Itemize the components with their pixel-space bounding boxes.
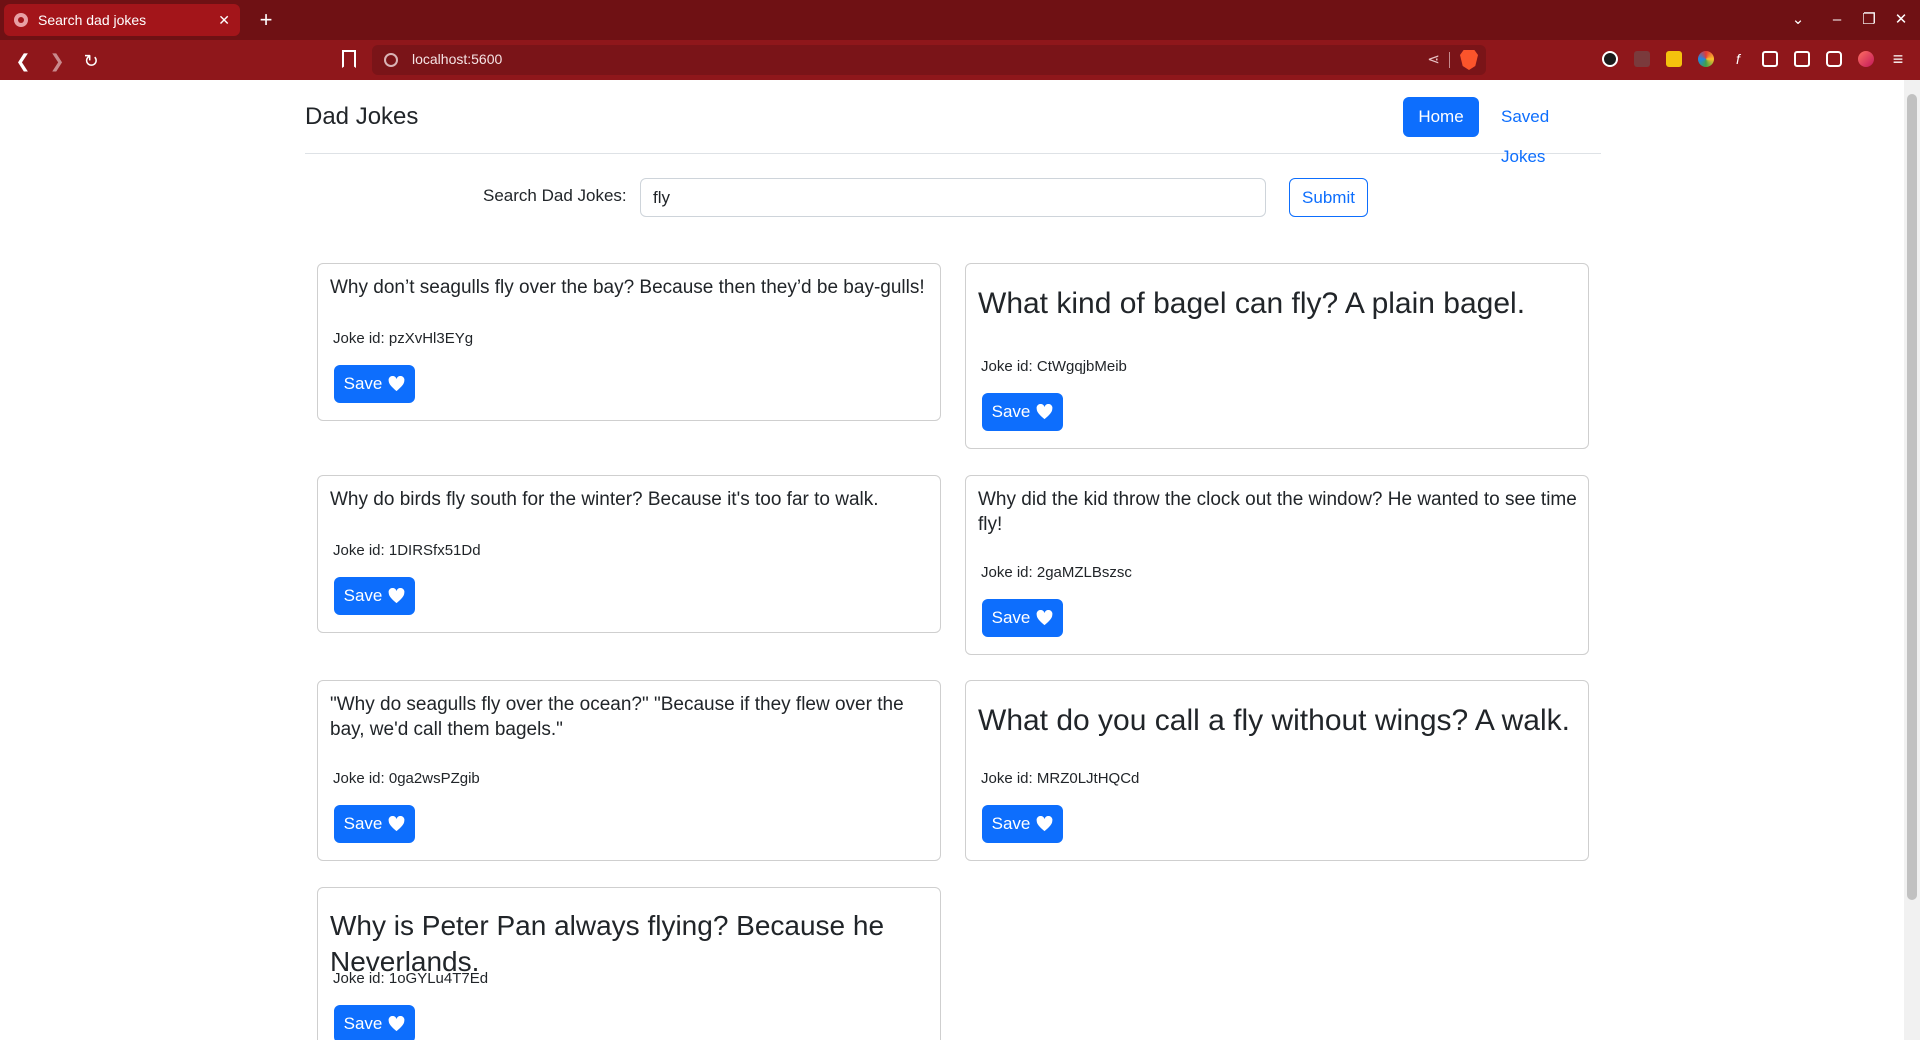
save-label: Save (991, 402, 1031, 421)
joke-id: Joke id: 1DIRSfx51Dd (333, 542, 481, 559)
search-label: Search Dad Jokes: (483, 186, 627, 205)
site-header: Dad Jokes Home Saved Jokes (305, 80, 1601, 166)
joke-card: Why did the kid throw the clock out the … (965, 475, 1589, 655)
forward-icon[interactable]: ❯ (44, 48, 70, 74)
joke-card: What kind of bagel can fly? A plain bage… (965, 263, 1589, 449)
heart-icon (389, 1016, 405, 1032)
back-icon[interactable]: ❮ (10, 48, 36, 74)
close-window-icon[interactable]: ✕ (1889, 8, 1913, 32)
submit-button[interactable]: Submit (1289, 178, 1368, 217)
reload-icon[interactable]: ↻ (78, 48, 104, 74)
save-label: Save (343, 586, 383, 605)
site-brand[interactable]: Dad Jokes (305, 103, 418, 131)
save-label: Save (991, 814, 1031, 833)
heart-icon (1037, 610, 1053, 626)
joke-card: Why is Peter Pan always flying? Because … (317, 887, 941, 1040)
joke-id: Joke id: MRZ0LJtHQCd (981, 770, 1140, 787)
nav-saved-jokes-link[interactable]: Saved Jokes (1490, 97, 1601, 166)
close-tab-icon[interactable]: ✕ (218, 12, 230, 29)
page-viewport: Dad Jokes Home Saved Jokes Search Dad Jo… (0, 80, 1904, 1040)
save-joke-button[interactable]: Save (982, 599, 1063, 637)
save-label: Save (343, 814, 383, 833)
joke-text: "Why do seagulls fly over the ocean?" "B… (330, 694, 904, 740)
url-text[interactable]: localhost:5600 (412, 51, 502, 67)
brave-shields-icon[interactable] (1460, 50, 1478, 70)
puzzle-icon[interactable] (1762, 51, 1778, 67)
joke-text: Why don’t seagulls fly over the bay? Bec… (330, 277, 925, 298)
save-joke-button[interactable]: Save (334, 365, 415, 403)
joke-id: Joke id: CtWgqjbMeib (981, 358, 1127, 375)
joke-id: Joke id: pzXvHl3EYg (333, 330, 474, 347)
joke-card: Why don’t seagulls fly over the bay? Bec… (317, 263, 941, 421)
profile-icon[interactable] (1858, 51, 1874, 67)
font-extension-icon[interactable]: f (1730, 51, 1746, 67)
joke-text: Why do birds fly south for the winter? B… (330, 489, 879, 510)
wallet-icon[interactable] (1826, 51, 1842, 67)
globe-icon (14, 13, 28, 27)
joke-text: Why did the kid throw the clock out the … (978, 489, 1577, 535)
save-label: Save (991, 608, 1031, 627)
heart-icon (389, 816, 405, 832)
menu-icon[interactable]: ≡ (1890, 50, 1906, 68)
save-joke-button[interactable]: Save (982, 393, 1063, 431)
search-input[interactable] (640, 178, 1266, 217)
heart-icon (389, 376, 405, 392)
extension-icon[interactable] (1634, 51, 1650, 67)
wallet-extension-icon[interactable] (1602, 51, 1618, 67)
sidebar-icon[interactable] (1794, 51, 1810, 67)
site-info-icon[interactable] (384, 53, 398, 67)
save-joke-button[interactable]: Save (334, 805, 415, 843)
joke-card: What do you call a fly without wings? A … (965, 680, 1589, 861)
tab-bar: Search dad jokes ✕ + ⌄ – ❐ ✕ (0, 0, 1920, 40)
joke-text: What kind of bagel can fly? A plain bage… (978, 287, 1526, 320)
divider (1449, 52, 1450, 68)
new-tab-button[interactable]: + (252, 6, 280, 34)
joke-card: Why do birds fly south for the winter? B… (317, 475, 941, 633)
save-label: Save (343, 374, 383, 393)
nav-home-button[interactable]: Home (1403, 97, 1479, 137)
joke-text: What do you call a fly without wings? A … (978, 704, 1570, 737)
address-bar[interactable]: localhost:5600 ⋖ (372, 45, 1486, 75)
heart-icon (1037, 404, 1053, 420)
save-joke-button[interactable]: Save (334, 1005, 415, 1040)
share-icon[interactable]: ⋖ (1427, 50, 1440, 68)
heart-icon (1037, 816, 1053, 832)
tab-title: Search dad jokes (38, 12, 147, 28)
browser-tab[interactable]: Search dad jokes ✕ (4, 4, 240, 36)
joke-id: Joke id: 2gaMZLBszsc (981, 564, 1132, 581)
save-joke-button[interactable]: Save (982, 805, 1063, 843)
color-picker-icon[interactable] (1698, 51, 1714, 67)
save-label: Save (343, 1014, 383, 1033)
scrollbar-thumb[interactable] (1907, 94, 1917, 900)
joke-id: Joke id: 1oGYLu4T7Ed (333, 970, 489, 987)
joke-card: "Why do seagulls fly over the ocean?" "B… (317, 680, 941, 861)
lock-extension-icon[interactable] (1666, 51, 1682, 67)
chevron-down-icon[interactable]: ⌄ (1786, 8, 1810, 32)
save-joke-button[interactable]: Save (334, 577, 415, 615)
minimize-icon[interactable]: – (1825, 8, 1849, 32)
restore-icon[interactable]: ❐ (1857, 8, 1881, 32)
joke-id: Joke id: 0ga2wsPZgib (333, 770, 480, 787)
heart-icon (389, 588, 405, 604)
